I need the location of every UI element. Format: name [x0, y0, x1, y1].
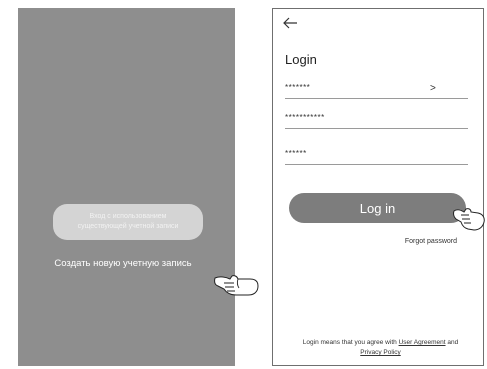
username-field[interactable]: ***********	[285, 107, 468, 129]
page-title: Login	[285, 52, 317, 67]
account-field-value: *******	[285, 83, 311, 92]
password-field[interactable]: ******	[285, 143, 468, 165]
login-screen: Login ******* > *********** ****** Log i…	[272, 8, 484, 366]
chevron-right-icon[interactable]: >	[430, 83, 436, 94]
user-agreement-link[interactable]: User Agreement	[399, 339, 446, 346]
sign-in-existing-line1: Вход с использованием	[89, 213, 167, 220]
login-button[interactable]: Log in	[289, 193, 466, 223]
agreement-notice: Login means that you agree with User Agr…	[283, 338, 478, 358]
username-field-value: ***********	[285, 113, 325, 122]
forgot-password-link[interactable]: Forgot password	[273, 238, 457, 245]
account-field[interactable]: ******* >	[285, 77, 468, 99]
back-arrow-icon[interactable]	[282, 16, 298, 30]
welcome-screen: Вход с использованием существующей учетн…	[18, 8, 235, 366]
privacy-policy-link[interactable]: Privacy Policy	[360, 349, 400, 356]
agreement-and: and	[447, 339, 459, 346]
agreement-prefix: Login means that you agree with	[302, 339, 397, 346]
password-field-value: ******	[285, 149, 307, 158]
sign-in-existing-account-button[interactable]: Вход с использованием существующей учетн…	[53, 204, 203, 240]
create-account-link[interactable]: Создать новую учетную запись	[18, 258, 228, 269]
pointing-hand-icon	[453, 208, 485, 231]
sign-in-existing-line2: существующей учетной записи	[77, 223, 179, 230]
pointing-hand-icon	[214, 275, 259, 296]
